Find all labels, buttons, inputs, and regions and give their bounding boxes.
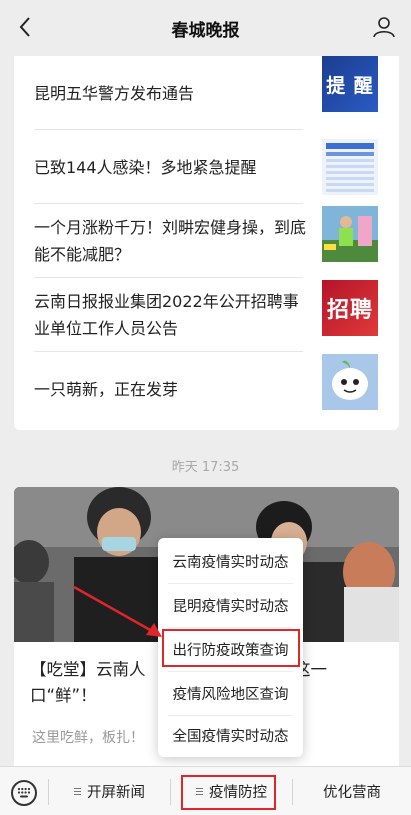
back-arrow-icon[interactable]	[10, 12, 40, 42]
popup-item-national[interactable]: 全国疫情实时动态	[158, 714, 303, 757]
article-item[interactable]: 一只萌新，正在发芽	[14, 352, 399, 426]
article-headline: 已致144人感染！多地紧急提醒	[34, 157, 257, 177]
article-item[interactable]: 云南日报报业集团2022年公开招聘事业单位工作人员公告 招聘	[14, 278, 399, 352]
menu-kaiping-news[interactable]: 开屏新闻	[49, 767, 170, 815]
article-thumbnail	[322, 354, 378, 410]
feature-title-line2: 口“鲜”！	[30, 686, 97, 705]
annotation-arrow-icon	[73, 585, 162, 637]
menu-lines-icon	[74, 786, 81, 797]
recruit-thumb-text: 招聘	[322, 280, 378, 336]
article-headline: 一只萌新，正在发芽	[34, 379, 179, 399]
mascot-thumb-image	[322, 354, 378, 410]
highlight-box	[162, 629, 300, 667]
popup-item-yunnan[interactable]: 云南疫情实时动态	[158, 540, 303, 583]
article-headline: 云南日报报业集团2022年公开招聘事业单位工作人员公告	[34, 292, 299, 338]
table-thumb-image	[322, 139, 378, 195]
popup-item-kunming[interactable]: 昆明疫情实时动态	[158, 584, 303, 627]
menu-business-optimization[interactable]: 优化营商	[293, 767, 411, 815]
menu-label: 优化营商	[323, 785, 381, 801]
article-headline: 一个月涨粉千万！刘畊宏健身操，到底能不能减肥？	[34, 218, 307, 264]
feature-subtitle: 这里吃鲜，板扎！	[32, 730, 144, 746]
highlight-box	[181, 775, 276, 810]
timestamp: 昨天 17:35	[171, 460, 240, 475]
feature-title-left: 【吃堂】云南人	[30, 660, 146, 679]
page-title: 春城晚报	[171, 20, 240, 41]
article-thumbnail	[322, 139, 378, 195]
article-list-card: 昆明五华警方发布通告 提 醒 已致144人感染！多地紧急提醒 一个月涨粉千万！刘…	[14, 56, 399, 430]
profile-icon[interactable]	[369, 12, 399, 42]
article-thumbnail: 提 醒	[322, 56, 378, 112]
article-item[interactable]: 一个月涨粉千万！刘畊宏健身操，到底能不能减肥？	[14, 204, 399, 278]
article-thumbnail: 招聘	[322, 280, 378, 336]
article-thumbnail	[322, 206, 378, 262]
article-item[interactable]: 已致144人感染！多地紧急提醒	[14, 130, 399, 204]
keyboard-icon[interactable]	[11, 780, 37, 806]
popup-item-risk-areas[interactable]: 疫情风险地区查询	[158, 672, 303, 715]
article-item[interactable]: 昆明五华警方发布通告 提 醒	[14, 56, 399, 130]
notice-thumb-text: 提 醒	[322, 56, 378, 112]
menu-label: 开屏新闻	[87, 785, 145, 801]
top-nav-bar: 春城晚报	[0, 0, 411, 56]
article-headline: 昆明五华警方发布通告	[34, 83, 195, 103]
fitness-thumb-image	[322, 206, 378, 262]
